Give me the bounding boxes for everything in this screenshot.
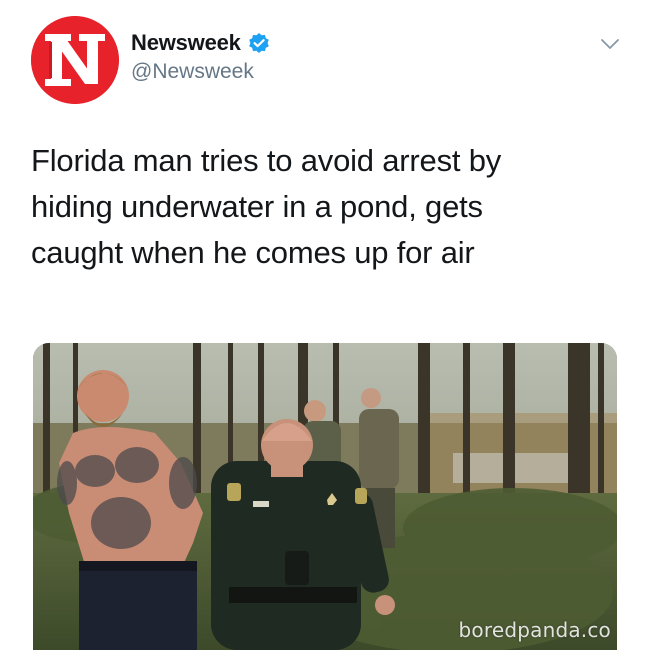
account-handle[interactable]: @Newsweek	[131, 60, 254, 84]
photo-watermark: boredpanda.co	[458, 618, 611, 642]
display-name[interactable]: Newsweek	[131, 30, 241, 56]
tweet-card: Newsweek @Newsweek Florida man tries to …	[0, 0, 650, 650]
author-name-row[interactable]: Newsweek	[131, 30, 270, 56]
newsweek-logo-icon[interactable]	[31, 16, 119, 104]
tweet-photo[interactable]: boredpanda.co	[33, 343, 617, 650]
verified-badge-icon	[248, 33, 269, 53]
tweet-text-line: Florida man tries to avoid arrest by	[31, 143, 502, 178]
chevron-down-icon[interactable]	[598, 34, 622, 54]
tweet-text-line: caught when he comes up for air	[31, 235, 475, 270]
tweet-text-line: hiding underwater in a pond, gets	[31, 189, 483, 224]
tweet-text: Florida man tries to avoid arrest by hid…	[31, 138, 611, 276]
